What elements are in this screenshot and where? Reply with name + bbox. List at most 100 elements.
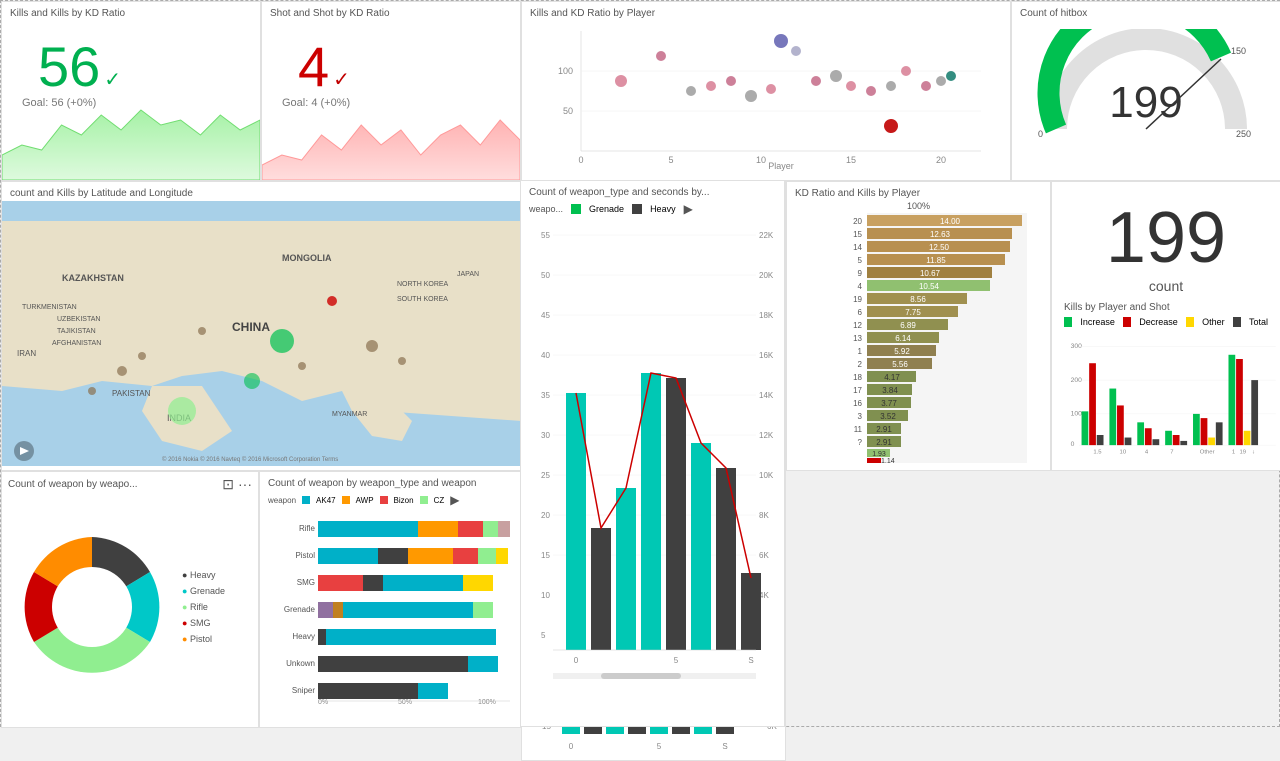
svg-text:5.56: 5.56 <box>892 360 908 369</box>
svg-text:3: 3 <box>858 412 863 421</box>
svg-text:Heavy: Heavy <box>292 632 315 641</box>
svg-text:MYANMAR: MYANMAR <box>332 411 367 418</box>
map-panel: count and Kills by Latitude and Longitud… <box>1 181 521 471</box>
svg-text:8K: 8K <box>759 511 769 520</box>
svg-text:1.93: 1.93 <box>872 451 886 458</box>
svg-text:1.14: 1.14 <box>881 458 895 463</box>
shot-kd-panel: Shot and Shot by KD Ratio 4 ✓ Goal: 4 (+… <box>261 1 521 181</box>
svg-text:5: 5 <box>657 742 662 751</box>
svg-text:Other: Other <box>1200 450 1215 456</box>
hitbox-panel: Count of hitbox 150 0 250 199 <box>1011 1 1280 181</box>
svg-text:Grenade: Grenade <box>284 605 316 614</box>
svg-text:KAZAKHSTAN: KAZAKHSTAN <box>62 273 124 283</box>
legend-grenade: ● Grenade <box>182 583 225 599</box>
arrow2[interactable]: ▶ <box>684 202 693 216</box>
expand-icon[interactable]: ⊡ <box>222 476 234 493</box>
svg-text:IRAN: IRAN <box>17 349 36 358</box>
kills-shot-legend: Increase Decrease Other Total <box>1052 317 1280 327</box>
svg-text:7: 7 <box>1170 450 1173 456</box>
svg-text:12: 12 <box>853 321 862 330</box>
svg-text:1: 1 <box>1232 450 1235 456</box>
svg-text:10: 10 <box>756 155 766 165</box>
weapon-label: weapon <box>268 496 296 505</box>
weapon-type-bar-panel: Count of weapon by weapon_type and weapo… <box>259 471 521 728</box>
svg-text:19: 19 <box>1239 450 1246 456</box>
legend-smg: ● SMG <box>182 615 225 631</box>
donut-controls: ⊡ ··· <box>222 476 252 493</box>
donut-title: Count of weapon by weapo... <box>8 479 138 490</box>
svg-text:4: 4 <box>858 282 863 291</box>
svg-text:250: 250 <box>1236 129 1251 139</box>
svg-text:SMG: SMG <box>297 578 315 587</box>
svg-text:14K: 14K <box>759 391 774 400</box>
svg-text:12K: 12K <box>759 431 774 440</box>
weapon-seconds-overlay-title: Count of weapon_type and seconds by... <box>521 181 784 200</box>
weapon-seconds-overlay: Count of weapon_type and seconds by... w… <box>520 180 785 727</box>
svg-text:50%: 50% <box>398 699 412 704</box>
svg-text:MONGOLIA: MONGOLIA <box>282 253 332 263</box>
svg-text:5: 5 <box>668 155 673 165</box>
hitbox-title: Count of hitbox <box>1012 2 1280 21</box>
more-icon[interactable]: ··· <box>238 476 252 493</box>
decrease-legend-label: Decrease <box>1139 317 1178 327</box>
svg-text:17: 17 <box>853 386 862 395</box>
svg-text:16: 16 <box>853 399 862 408</box>
svg-text:Player: Player <box>768 161 794 171</box>
kd-percent-label: 100% <box>787 201 1050 211</box>
svg-text:3.84: 3.84 <box>882 386 898 395</box>
weapon-type-bar-title: Count of weapon by weapon_type and weapo… <box>260 472 520 491</box>
svg-text:22K: 22K <box>759 231 774 240</box>
row-1: Kills and Kills by KD Ratio 56 ✓ Goal: 5… <box>1 1 1280 181</box>
shot-kd-number: 4 <box>278 29 329 95</box>
grenade-icon2 <box>571 204 581 214</box>
svg-text:199: 199 <box>1109 78 1182 127</box>
kd-kills-player-panel: KD Ratio and Kills by Player 100% 20 14.… <box>786 181 1051 471</box>
svg-text:18K: 18K <box>759 311 774 320</box>
svg-text:© 2016 Nokia © 2016 Navteq © 2: © 2016 Nokia © 2016 Navteq © 2016 Micros… <box>162 456 338 463</box>
svg-text:15: 15 <box>853 230 862 239</box>
svg-text:9: 9 <box>858 269 863 278</box>
svg-text:S: S <box>722 742 727 751</box>
ak47-icon <box>302 496 310 504</box>
gauge-svg: 150 0 250 199 <box>1036 29 1256 149</box>
kd-kills-check: ✓ <box>104 67 121 92</box>
legend-rifle: ● Rifle <box>182 599 225 615</box>
svg-text:1: 1 <box>858 347 863 356</box>
svg-text:?: ? <box>858 438 863 447</box>
svg-text:0: 0 <box>578 155 583 165</box>
svg-text:35: 35 <box>541 391 550 400</box>
svg-text:6: 6 <box>858 308 863 317</box>
kills-shot-title: Kills by Player and Shot <box>1064 302 1170 313</box>
shot-kd-check: ✓ <box>333 67 350 92</box>
svg-text:2.91: 2.91 <box>876 425 892 434</box>
heavy-icon2 <box>632 204 642 214</box>
svg-text:PAKISTAN: PAKISTAN <box>112 389 151 398</box>
kd-kills-player-title: KD Ratio and Kills by Player <box>787 182 1050 201</box>
increase-legend-icon <box>1064 317 1072 327</box>
shot-kd-title: Shot and Shot by KD Ratio <box>262 2 520 21</box>
svg-text:16K: 16K <box>759 351 774 360</box>
weapon-legend-arrow[interactable]: ▶ <box>450 493 459 507</box>
weapo-label2: weapo... <box>529 204 563 214</box>
svg-text:10.54: 10.54 <box>919 282 940 291</box>
svg-text:1.5: 1.5 <box>1093 450 1102 456</box>
svg-text:50: 50 <box>541 271 550 280</box>
svg-text:0: 0 <box>1038 129 1043 139</box>
svg-text:CHINA: CHINA <box>232 320 270 334</box>
donut-panel: Count of weapon by weapo... ⊡ ··· <box>1 471 259 728</box>
svg-text:150: 150 <box>1231 46 1246 56</box>
total-legend-icon <box>1233 317 1241 327</box>
svg-text:Unkown: Unkown <box>286 659 315 668</box>
svg-text:Sniper: Sniper <box>292 686 315 695</box>
svg-text:45: 45 <box>541 311 550 320</box>
bizon-label: Bizon <box>394 496 414 505</box>
count-199-label: count <box>1052 278 1280 294</box>
svg-text:10: 10 <box>1120 450 1127 456</box>
svg-text:11.85: 11.85 <box>926 256 946 265</box>
svg-text:NORTH KOREA: NORTH KOREA <box>397 281 449 288</box>
svg-text:19: 19 <box>853 295 862 304</box>
svg-text:20: 20 <box>853 217 862 226</box>
count-199-display: 199 count <box>1052 182 1280 294</box>
count-199-number: 199 <box>1052 202 1280 274</box>
svg-text:40: 40 <box>541 351 550 360</box>
